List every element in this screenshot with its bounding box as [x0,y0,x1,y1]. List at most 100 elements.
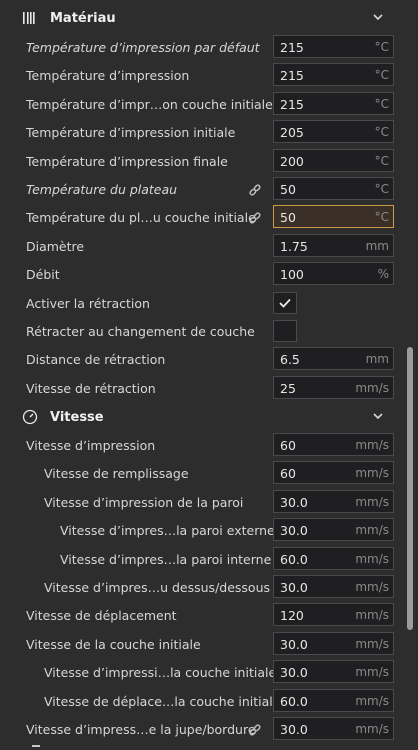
setting-label: Température d’impression [26,68,190,84]
setting-row: Température d’impression 215 °C [0,62,406,90]
setting-row: Température du plateau 50 °C [0,176,406,204]
setting-row: Vitesse d’impres…u dessus/dessous 30.0 mm/… [0,574,406,602]
chevron-down-icon[interactable] [372,410,384,422]
setting-input[interactable]: 1.75 mm [273,233,394,257]
setting-checkbox[interactable] [273,291,297,314]
setting-unit: mm/s [355,580,389,594]
setting-value: 100 [280,267,304,283]
setting-row: Vitesse d’impres…la paroi externe 30.0 mm/… [0,517,406,545]
link-icon[interactable] [248,211,262,225]
setting-row: Température d’impression par défaut 215 °C [0,34,406,62]
setting-unit: mm/s [355,380,389,395]
setting-row: Vitesse d’impress…e la jupe/bordure 30.0 m… [0,716,406,744]
setting-row: Activer la rétraction [0,290,406,318]
setting-unit: mm/s [355,438,389,452]
setting-label: Vitesse de rétraction [26,380,156,396]
setting-unit: mm/s [355,693,389,708]
setting-unit: mm/s [355,523,389,538]
setting-value: 60.0 [280,551,308,567]
setting-unit: mm/s [355,551,389,566]
setting-input[interactable]: 120 mm/s [273,603,394,627]
setting-row: Vitesse d’impression 60 mm/s [0,432,406,460]
setting-label: Température d’impression finale [26,153,228,169]
link-icon[interactable] [248,183,262,197]
setting-unit: °C [374,40,389,54]
setting-value: 60 [280,438,296,453]
setting-value: 200 [280,153,304,169]
setting-input[interactable]: 215 °C [273,63,394,87]
setting-input[interactable]: 100% [273,262,394,286]
setting-checkbox[interactable] [273,320,297,342]
setting-unit: mm/s [355,494,389,509]
setting-value: 1.75 [280,238,308,254]
setting-input[interactable]: 30.0 mm/s [273,489,394,513]
setting-label: Température d’impression initiale [26,125,236,141]
setting-unit: mm/s [355,608,389,623]
setting-value: 30.0 [280,580,308,595]
setting-unit: mm [365,238,389,253]
setting-input[interactable]: 60.0 mm/s [273,688,394,712]
setting-input[interactable]: 30.0 mm/s [273,631,394,655]
setting-input[interactable]: 25 mm/s [273,375,394,399]
section-title-speed: Vitesse [50,409,104,425]
setting-row: Vitesse de déplacement 120 mm/s [0,602,406,630]
setting-input[interactable]: 215 °C [273,35,394,58]
setting-unit: °C [374,125,389,140]
setting-value: 6.5 [280,352,300,368]
setting-value: 50 [280,182,296,197]
setting-value: 205 [280,125,304,141]
setting-label: Vitesse de déplacement [26,608,177,624]
setting-unit: °C [374,68,389,83]
setting-value: 215 [280,40,304,55]
setting-input[interactable]: 50 °C [273,205,394,229]
setting-unit: °C [374,182,389,196]
setting-input[interactable]: 30.0 mm/s [273,717,394,740]
filament-icon [22,10,38,26]
scrollbar-thumb[interactable] [407,347,413,630]
setting-row: Vitesse de la couche initiale 30.0 mm/s [0,631,406,659]
speedometer-icon [22,409,38,425]
setting-value: 30.0 [280,665,308,681]
setting-label: Distance de rétraction [26,352,166,368]
setting-row: Vitesse de rétraction 25 mm/s [0,375,406,403]
setting-value: 25 [280,380,296,396]
setting-row: Température du pl…u couche initiale 50 °C [0,204,406,232]
setting-row: Vitesse de déplace…la couche initiale 60.… [0,688,406,716]
setting-label: Diamètre [26,238,85,254]
setting-label: Température du pl…u couche initiale [26,210,256,226]
setting-label: Température du plateau [26,182,178,197]
setting-label: Vitesse de déplace…la couche initiale [44,693,281,709]
setting-input[interactable]: 60 mm/s [273,433,394,456]
setting-unit: mm/s [355,665,389,680]
section-header-speed[interactable]: Vitesse [0,403,406,431]
link-icon[interactable] [248,723,262,737]
setting-unit: mm/s [355,466,389,481]
setting-value: 30.0 [280,523,308,539]
setting-input[interactable]: 30.0 mm/s [273,660,394,684]
setting-row: Vitesse d’impres…la paroi interne 60.0 mm/… [0,546,406,574]
setting-input[interactable]: 60.0 mm/s [273,546,394,570]
setting-unit: °C [374,96,389,111]
checkmark-icon [279,298,291,308]
section-header-material[interactable]: Matériau [0,4,406,32]
setting-value: 30.0 [280,494,308,510]
setting-value: 30.0 [280,636,308,652]
setting-input[interactable]: 205 °C [273,120,394,144]
setting-input[interactable]: 60 mm/s [273,461,394,485]
setting-input[interactable]: 30.0 mm/s [273,575,394,598]
setting-label: Vitesse d’impres…u dessus/dessous [44,580,271,595]
chevron-down-icon[interactable] [372,11,384,23]
setting-label: Rétracter au changement de couche [26,324,255,339]
setting-input[interactable]: 215 °C [273,91,394,115]
setting-value: 60.0 [280,693,308,709]
setting-input[interactable]: 50 °C [273,177,394,200]
setting-row: Distance de rétraction 6.5 mm [0,346,406,374]
setting-label: Vitesse d’impress…e la jupe/bordure [26,722,256,737]
section-title-material: Matériau [50,10,116,26]
setting-input[interactable]: 30.0 mm/s [273,518,394,542]
setting-label: Vitesse d’impres…la paroi interne [60,551,272,567]
setting-input[interactable]: 200 °C [273,148,394,172]
setting-label: Vitesse d’impres…la paroi externe [60,523,275,539]
setting-input[interactable]: 6.5 mm [273,347,394,371]
setting-row: Débit 100% [0,261,406,289]
